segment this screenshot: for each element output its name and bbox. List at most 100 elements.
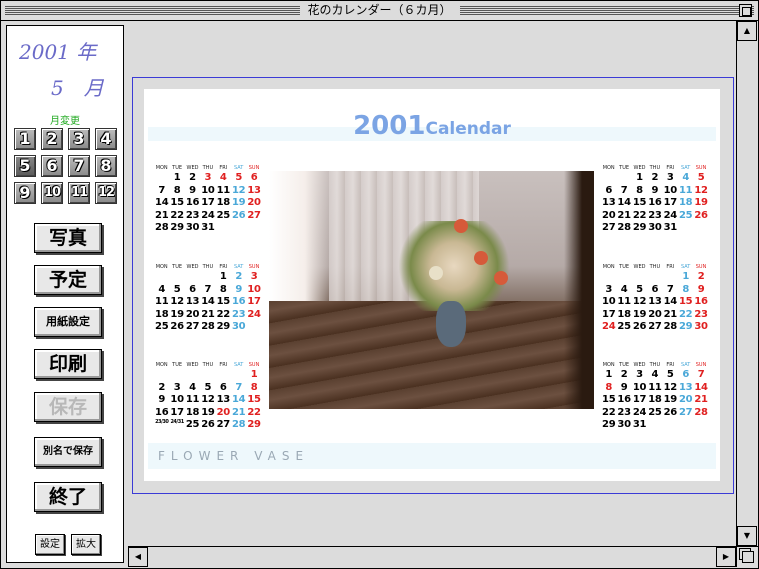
day-cell: 30 bbox=[648, 222, 662, 233]
month-button-1[interactable]: 1 bbox=[14, 128, 36, 150]
day-cell: 3 bbox=[666, 172, 674, 183]
day-cell: 15 bbox=[678, 296, 693, 307]
day-cell bbox=[647, 419, 662, 432]
zoom-box-icon[interactable] bbox=[739, 4, 752, 17]
day-cell: 2 bbox=[235, 271, 242, 282]
day-cell: 2 bbox=[697, 271, 705, 282]
settings-button[interactable]: 設定 bbox=[35, 534, 65, 555]
weekday-label: TUE bbox=[172, 362, 183, 368]
day-cell: 20 bbox=[648, 308, 662, 320]
day-cell: 25 bbox=[648, 406, 662, 418]
month-button-11[interactable]: 11 bbox=[68, 182, 90, 204]
day-cell: 27 bbox=[648, 321, 662, 332]
weekday-label: FRI bbox=[219, 165, 228, 171]
schedule-button[interactable]: 予定 bbox=[34, 265, 102, 295]
weekday-label: MON bbox=[155, 165, 168, 171]
weekday-label: THU bbox=[649, 264, 661, 270]
day-cell bbox=[169, 271, 184, 284]
arrow-up-icon[interactable]: ▲ bbox=[737, 21, 757, 41]
title-bar[interactable]: 花のカレンダー（６カ月） bbox=[1, 1, 758, 21]
day-cell bbox=[678, 222, 693, 235]
day-cell bbox=[693, 222, 708, 235]
weekday-label: MON bbox=[602, 165, 615, 171]
day-cell bbox=[647, 271, 662, 284]
horizontal-scrollbar[interactable]: ◀ ▶ bbox=[128, 546, 736, 567]
day-cell bbox=[663, 419, 678, 432]
day-cell: 21 bbox=[694, 394, 708, 405]
vertical-scrollbar[interactable]: ▲ ▼ bbox=[736, 21, 758, 546]
day-cell: 14 bbox=[231, 394, 246, 405]
month-button-9[interactable]: 9 bbox=[14, 182, 36, 204]
day-cell: 4 bbox=[219, 172, 227, 183]
week-row: 7 8 9 10 11 12 13 bbox=[154, 185, 262, 198]
day-cell: 25 bbox=[216, 209, 231, 221]
day-cell: 23 bbox=[185, 209, 200, 221]
print-button[interactable]: 印刷 bbox=[34, 349, 102, 379]
month-button-2[interactable]: 2 bbox=[41, 128, 63, 150]
month-button-7[interactable]: 7 bbox=[68, 155, 90, 177]
day-cell: 19 bbox=[231, 197, 246, 208]
day-cell: 1 bbox=[605, 369, 613, 380]
week-row: 24 25 26 27 28 29 30 bbox=[601, 321, 709, 334]
day-cell bbox=[601, 172, 616, 185]
size-box-icon[interactable] bbox=[736, 546, 758, 567]
day-cell: 22 bbox=[216, 308, 231, 320]
day-cell: 21 bbox=[155, 209, 169, 221]
day-cell bbox=[246, 321, 261, 334]
day-cell: 21 bbox=[663, 308, 678, 320]
day-cell: 22 bbox=[170, 209, 184, 221]
arrow-right-icon[interactable]: ▶ bbox=[716, 547, 736, 567]
page-boundary: 2001Calendar MON TUE WED THU FRI SAT SUN 1 2 3 4 5 6… bbox=[132, 77, 734, 494]
arrow-down-icon[interactable]: ▼ bbox=[737, 526, 757, 546]
day-cell: 21 bbox=[617, 209, 631, 221]
quit-button[interactable]: 終了 bbox=[34, 482, 102, 512]
arrow-left-icon[interactable]: ◀ bbox=[128, 547, 148, 567]
month-button-3[interactable]: 3 bbox=[68, 128, 90, 150]
day-cell: 24/31 bbox=[170, 419, 184, 425]
day-cell: 4 bbox=[620, 283, 628, 295]
day-cell bbox=[678, 419, 693, 432]
day-cell: 14 bbox=[663, 296, 678, 307]
day-cell bbox=[231, 369, 246, 382]
weekday-label: WED bbox=[186, 264, 199, 270]
month-button-12[interactable]: 12 bbox=[95, 182, 117, 204]
month-button-8[interactable]: 8 bbox=[95, 155, 117, 177]
day-cell bbox=[169, 369, 184, 382]
flower-vase-photo[interactable] bbox=[269, 171, 594, 409]
day-cell: 24 bbox=[663, 209, 678, 221]
app-window: 花のカレンダー（６カ月） 2001 年 5 月 月変更 1 2 3 4 5 6 7 8 9 10 1… bbox=[0, 0, 759, 569]
document-canvas: 2001Calendar MON TUE WED THU FRI SAT SUN 1 2 3 4 5 6… bbox=[128, 25, 736, 545]
day-cell: 28 bbox=[617, 222, 631, 233]
day-cell: 3 bbox=[250, 271, 258, 282]
month-button-5[interactable]: 5 bbox=[14, 155, 36, 177]
weekday-label: TUE bbox=[619, 264, 630, 270]
week-row: 11 12 13 14 15 16 17 bbox=[154, 296, 262, 309]
save-as-button[interactable]: 別名で保存 bbox=[34, 437, 102, 467]
week-row: 23/30 24/31 25 26 27 28 29 bbox=[154, 419, 262, 432]
day-cell: 1 bbox=[250, 369, 258, 380]
day-cell bbox=[216, 222, 231, 235]
month-button-10[interactable]: 10 bbox=[41, 182, 63, 204]
week-row: 1 bbox=[154, 369, 262, 382]
month-button-6[interactable]: 6 bbox=[41, 155, 63, 177]
day-cell: 9 bbox=[158, 394, 166, 405]
month-button-4[interactable]: 4 bbox=[95, 128, 117, 150]
day-cell: 18 bbox=[648, 394, 662, 405]
photo-button[interactable]: 写真 bbox=[34, 223, 102, 253]
zoom-button[interactable]: 拡大 bbox=[71, 534, 101, 555]
weekday-label: SAT bbox=[680, 362, 691, 368]
day-cell: 5 bbox=[697, 172, 705, 183]
weekday-header: MON TUE WED THU FRI SAT SUN bbox=[154, 361, 262, 369]
week-row: 123456 bbox=[154, 172, 262, 185]
week-row: 12345 bbox=[601, 172, 709, 185]
day-cell: 28 bbox=[231, 419, 246, 430]
photo-vase bbox=[436, 301, 466, 347]
day-cell: 23 bbox=[231, 308, 246, 320]
day-cell: 3 bbox=[605, 283, 613, 295]
weekday-label: THU bbox=[202, 264, 214, 270]
month-change-label: 月変更 bbox=[50, 116, 80, 127]
paper-setup-button[interactable]: 用紙設定 bbox=[34, 307, 102, 337]
save-button[interactable]: 保存 bbox=[34, 392, 102, 422]
weekday-label: MON bbox=[602, 264, 615, 270]
weekday-label: SAT bbox=[233, 362, 244, 368]
